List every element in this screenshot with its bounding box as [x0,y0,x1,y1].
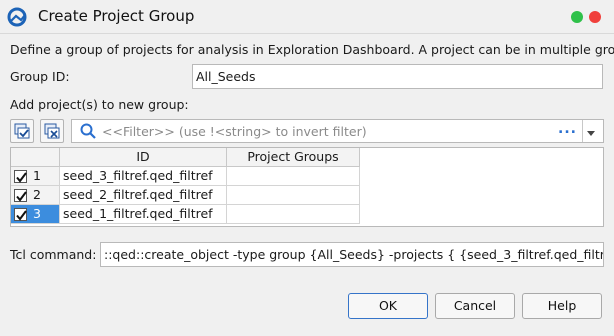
window-title: Create Project Group [38,7,195,25]
uncheck-all-icon [44,123,60,139]
dropdown-divider [582,120,583,142]
row-header[interactable]: 3 [11,205,60,224]
cancel-button[interactable]: Cancel [435,293,515,319]
ok-button[interactable]: OK [348,293,428,319]
checkmark-icon [16,191,27,202]
group-id-input[interactable]: All_Seeds [192,64,603,89]
table-row[interactable]: 3 seed_1_filtref.qed_filtref [11,205,360,224]
add-projects-label: Add project(s) to new group: [10,97,189,112]
row-checkbox[interactable] [14,189,27,202]
row-checkbox[interactable] [14,208,27,221]
row-number: 3 [33,206,41,221]
maximize-button[interactable] [571,11,583,23]
search-icon [80,123,96,142]
row-checkbox[interactable] [14,170,27,183]
tcl-command-field[interactable]: ::qed::create_object -type group {All_Se… [100,242,604,267]
column-header-project-groups[interactable]: Project Groups [227,148,360,167]
table-row[interactable]: 2 seed_2_filtref.qed_filtref [11,186,360,205]
row-header[interactable]: 2 [11,186,60,205]
close-button[interactable] [589,11,601,23]
checkmark-icon [16,172,27,183]
clear-all-button[interactable] [40,119,64,143]
select-all-button[interactable] [10,119,34,143]
filter-options-button[interactable]: ... [558,121,577,137]
help-button[interactable]: Help [522,293,602,319]
app-logo-icon [7,7,27,27]
project-id-cell[interactable]: seed_2_filtref.qed_filtref [60,186,227,205]
row-number-header [11,148,60,167]
dialog-description: Define a group of projects for analysis … [10,42,614,57]
project-groups-cell[interactable] [227,186,360,205]
check-all-icon [14,123,30,139]
chevron-down-icon[interactable] [586,127,596,141]
project-id-cell[interactable]: seed_1_filtref.qed_filtref [60,205,227,224]
row-number: 1 [33,168,41,183]
title-bar: Create Project Group [0,0,614,34]
row-header[interactable]: 1 [11,167,60,186]
table-row[interactable]: 1 seed_3_filtref.qed_filtref [11,167,360,186]
filter-placeholder: <<Filter>> (use !<string> to invert filt… [102,124,367,139]
tcl-command-label: Tcl command: [10,247,97,262]
checkmark-icon [16,210,27,221]
projects-table: ID Project Groups 1 seed_3_filtref.qed_fi… [10,147,604,227]
column-header-id[interactable]: ID [60,148,227,167]
group-id-label: Group ID: [10,69,70,84]
project-groups-cell[interactable] [227,167,360,186]
project-groups-cell[interactable] [227,205,360,224]
filter-input[interactable]: <<Filter>> (use !<string> to invert filt… [71,119,604,143]
row-number: 2 [33,187,41,202]
project-id-cell[interactable]: seed_3_filtref.qed_filtref [60,167,227,186]
